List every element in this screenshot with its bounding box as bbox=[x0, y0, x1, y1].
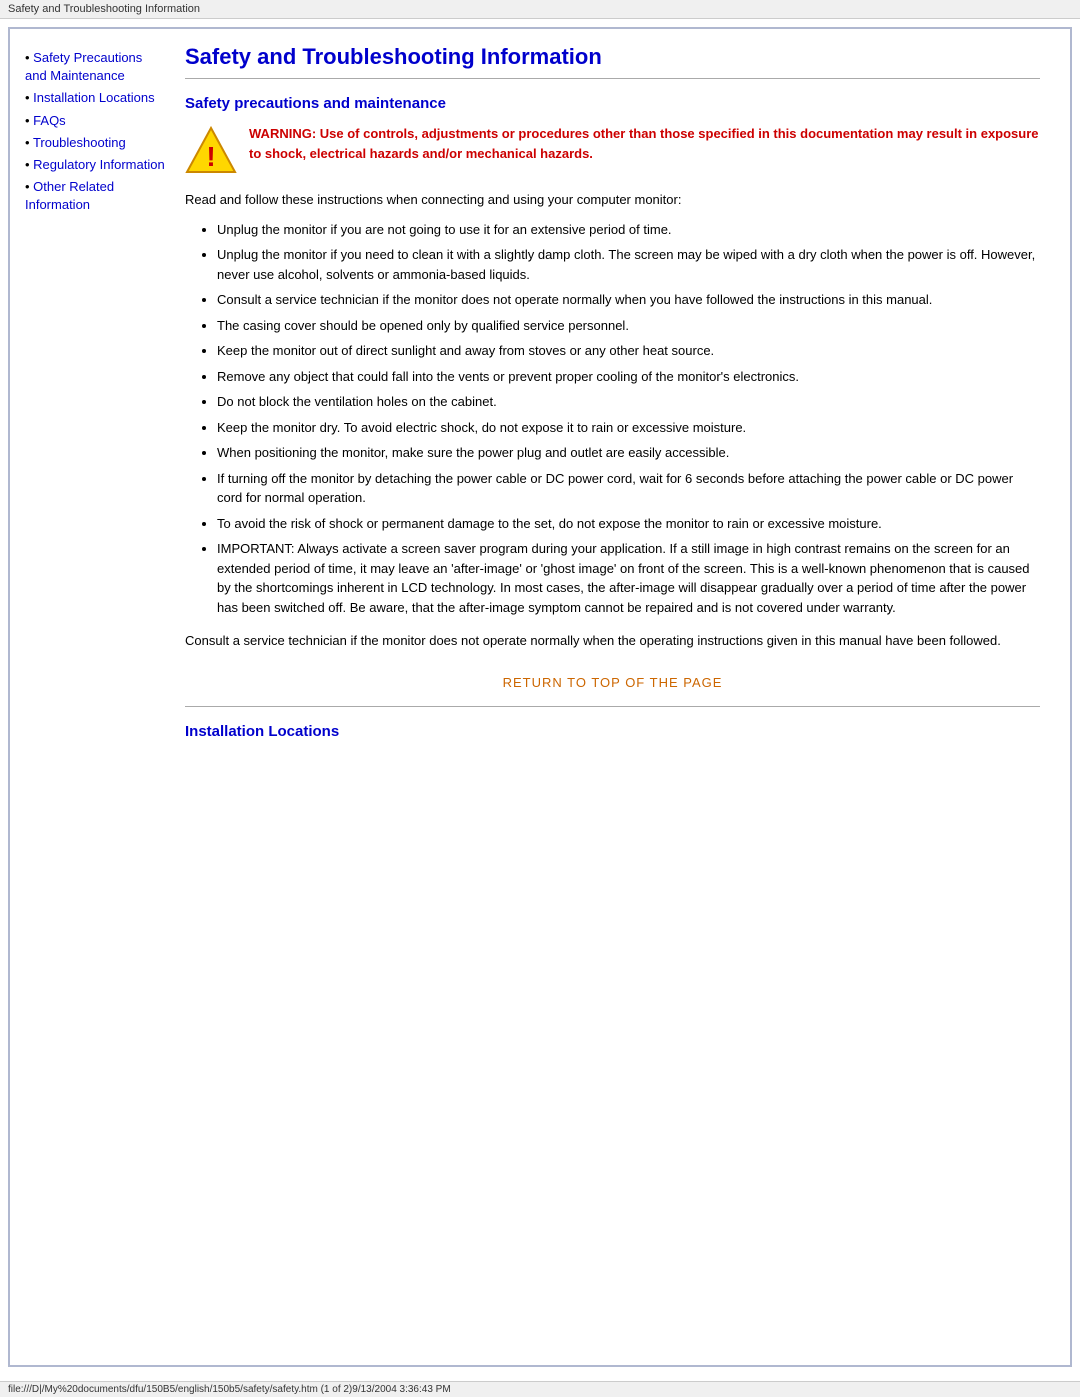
sidebar: Safety Precautions and Maintenance Insta… bbox=[20, 39, 175, 762]
return-link-container: RETURN TO TOP OF THE PAGE bbox=[185, 675, 1040, 690]
warning-box: ! WARNING: Use of controls, adjustments … bbox=[185, 124, 1040, 176]
safety-section: Safety precautions and maintenance ! WAR… bbox=[185, 95, 1040, 707]
section1-title: Safety precautions and maintenance bbox=[185, 95, 1040, 112]
sidebar-item-regulatory[interactable]: Regulatory Information bbox=[25, 156, 165, 174]
intro-text: Read and follow these instructions when … bbox=[185, 190, 1040, 210]
section-divider bbox=[185, 706, 1040, 707]
warning-svg: ! bbox=[185, 124, 237, 176]
status-bar: file:///D|/My%20documents/dfu/150B5/engl… bbox=[0, 1381, 1080, 1397]
list-item: Consult a service technician if the moni… bbox=[217, 290, 1040, 310]
list-item: The casing cover should be opened only b… bbox=[217, 316, 1040, 336]
sidebar-link-regulatory[interactable]: Regulatory Information bbox=[33, 157, 165, 172]
installation-section: Installation Locations bbox=[185, 723, 1040, 740]
list-item: If turning off the monitor by detaching … bbox=[217, 469, 1040, 508]
title-bar: Safety and Troubleshooting Information bbox=[0, 0, 1080, 19]
main-content: Safety and Troubleshooting Information S… bbox=[175, 39, 1060, 762]
layout: Safety Precautions and Maintenance Insta… bbox=[20, 39, 1060, 762]
sidebar-item-safety[interactable]: Safety Precautions and Maintenance bbox=[25, 49, 165, 85]
sidebar-link-safety[interactable]: Safety Precautions and Maintenance bbox=[25, 50, 142, 83]
page-container: Safety Precautions and Maintenance Insta… bbox=[8, 27, 1072, 1367]
sidebar-item-locations[interactable]: Installation Locations bbox=[25, 89, 165, 107]
list-item: To avoid the risk of shock or permanent … bbox=[217, 514, 1040, 534]
sidebar-link-troubleshooting[interactable]: Troubleshooting bbox=[33, 135, 126, 150]
warning-text: WARNING: Use of controls, adjustments or… bbox=[249, 124, 1040, 163]
return-to-top-link[interactable]: RETURN TO TOP OF THE PAGE bbox=[503, 675, 723, 690]
list-item: Keep the monitor out of direct sunlight … bbox=[217, 341, 1040, 361]
title-divider bbox=[185, 78, 1040, 79]
list-item: Keep the monitor dry. To avoid electric … bbox=[217, 418, 1040, 438]
sidebar-nav: Safety Precautions and Maintenance Insta… bbox=[25, 49, 165, 215]
sidebar-item-other[interactable]: Other Related Information bbox=[25, 178, 165, 214]
sidebar-item-faqs[interactable]: FAQs bbox=[25, 112, 165, 130]
list-item: Remove any object that could fall into t… bbox=[217, 367, 1040, 387]
bullet-list: Unplug the monitor if you are not going … bbox=[185, 220, 1040, 618]
status-bar-text: file:///D|/My%20documents/dfu/150B5/engl… bbox=[8, 1384, 451, 1395]
list-item: IMPORTANT: Always activate a screen save… bbox=[217, 539, 1040, 617]
warning-icon: ! bbox=[185, 124, 237, 176]
title-bar-text: Safety and Troubleshooting Information bbox=[8, 3, 200, 15]
consult-text: Consult a service technician if the moni… bbox=[185, 631, 1040, 651]
list-item: Unplug the monitor if you need to clean … bbox=[217, 245, 1040, 284]
list-item: When positioning the monitor, make sure … bbox=[217, 443, 1040, 463]
section2-title: Installation Locations bbox=[185, 723, 1040, 740]
sidebar-item-troubleshooting[interactable]: Troubleshooting bbox=[25, 134, 165, 152]
sidebar-link-faqs[interactable]: FAQs bbox=[33, 113, 66, 128]
svg-text:!: ! bbox=[206, 141, 215, 172]
sidebar-link-other[interactable]: Other Related Information bbox=[25, 179, 114, 212]
list-item: Unplug the monitor if you are not going … bbox=[217, 220, 1040, 240]
sidebar-link-locations[interactable]: Installation Locations bbox=[33, 90, 154, 105]
page-title: Safety and Troubleshooting Information bbox=[185, 44, 1040, 70]
list-item: Do not block the ventilation holes on th… bbox=[217, 392, 1040, 412]
